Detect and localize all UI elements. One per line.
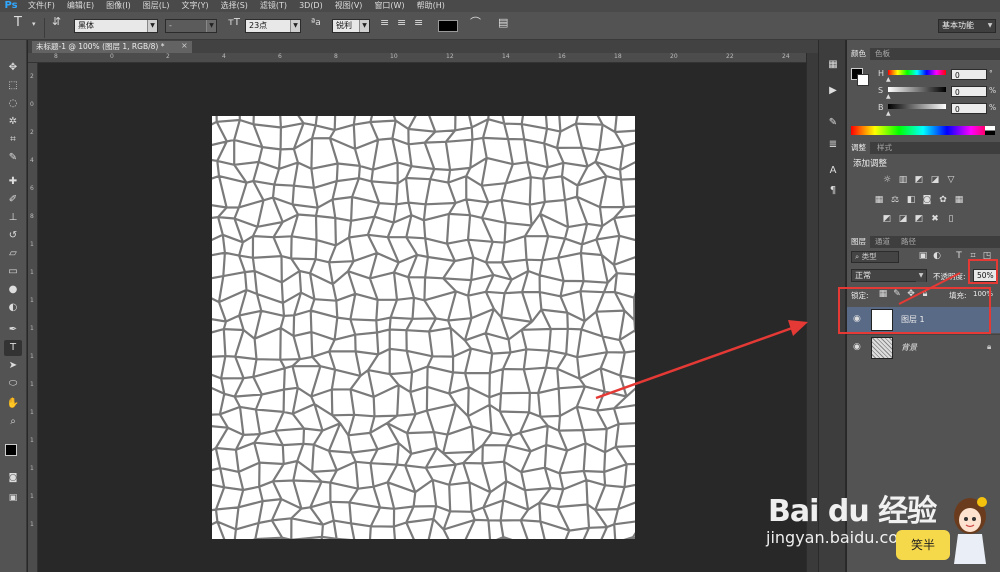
baidu-watermark: Bai du 经验 jingyan.baidu.com 笑半 xyxy=(760,482,1000,572)
annotation-arrow-line xyxy=(595,325,796,400)
cartoon-girl-icon xyxy=(946,494,994,566)
annotation-arrow-head xyxy=(788,320,808,336)
watermark-url: jingyan.baidu.com xyxy=(766,528,914,547)
annotation-pointer-line xyxy=(898,272,961,305)
watermark-badge: 笑半 xyxy=(896,530,950,560)
watermark-brand: Bai du 经验 xyxy=(768,494,937,529)
